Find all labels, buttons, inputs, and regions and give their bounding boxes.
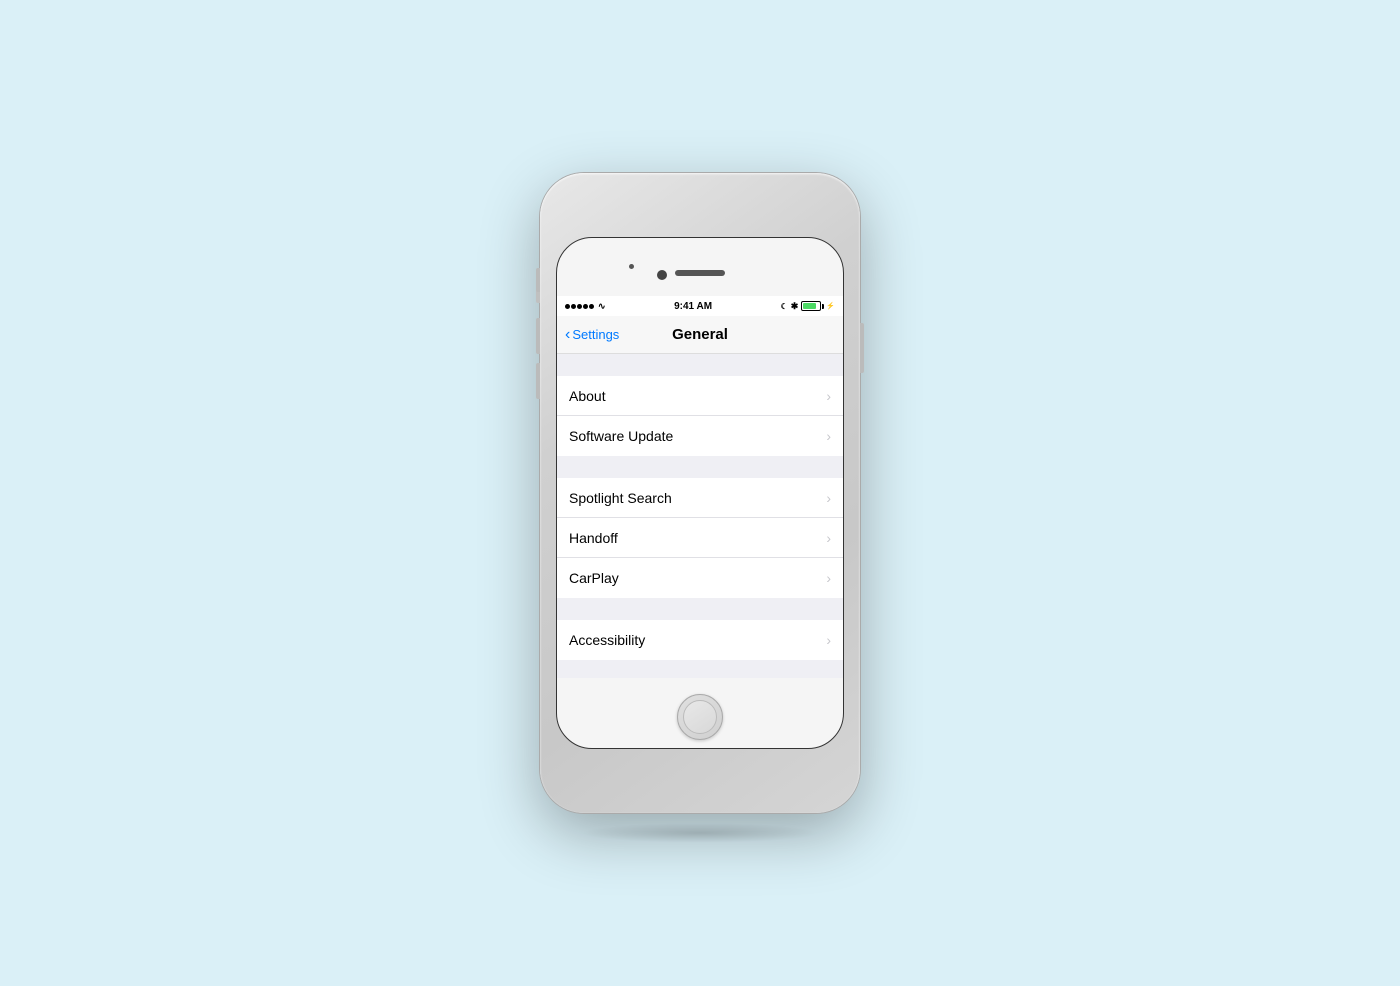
row-software-update-chevron-icon: › <box>826 428 831 444</box>
signal-dot-5 <box>589 304 594 309</box>
settings-list: About › Software Update › Spotlight Sear… <box>557 354 843 678</box>
screen: ∿ 9:41 AM ☾ ✱ ⚡ <box>557 296 843 678</box>
mute-switch[interactable] <box>536 268 540 292</box>
signal-dot-1 <box>565 304 570 309</box>
phone-screen-frame: ∿ 9:41 AM ☾ ✱ ⚡ <box>556 237 844 749</box>
volume-up-button[interactable] <box>536 318 540 354</box>
status-right: ☾ ✱ ⚡ <box>781 301 835 312</box>
row-spotlight-search[interactable]: Spotlight Search › <box>557 478 843 518</box>
bluetooth-icon: ✱ <box>791 301 799 312</box>
signal-dot-3 <box>577 304 582 309</box>
battery-indicator: ⚡ <box>801 301 835 311</box>
row-carplay[interactable]: CarPlay › <box>557 558 843 598</box>
signal-indicator <box>565 304 594 309</box>
charging-icon: ⚡ <box>826 302 835 310</box>
power-button[interactable] <box>860 323 864 373</box>
row-accessibility-label: Accessibility <box>569 632 826 648</box>
phone-shadow <box>580 823 820 843</box>
row-carplay-chevron-icon: › <box>826 570 831 586</box>
home-button[interactable] <box>677 694 723 740</box>
section-group-1: About › Software Update › <box>557 376 843 456</box>
row-accessibility[interactable]: Accessibility › <box>557 620 843 660</box>
battery-fill <box>803 303 816 309</box>
navigation-bar: ‹ Settings General <box>557 316 843 354</box>
section-spacer-2 <box>557 456 843 478</box>
phone-frame: ∿ 9:41 AM ☾ ✱ ⚡ <box>540 173 860 813</box>
section-spacer-4 <box>557 660 843 678</box>
back-chevron-icon: ‹ <box>565 327 570 343</box>
row-about-chevron-icon: › <box>826 388 831 404</box>
section-group-2: Spotlight Search › Handoff › CarPlay › <box>557 478 843 598</box>
row-handoff[interactable]: Handoff › <box>557 518 843 558</box>
battery-body <box>801 301 821 311</box>
row-about-label: About <box>569 388 826 404</box>
row-spotlight-chevron-icon: › <box>826 490 831 506</box>
row-carplay-label: CarPlay <box>569 570 826 586</box>
sensor-dot <box>629 264 634 269</box>
row-accessibility-chevron-icon: › <box>826 632 831 648</box>
back-button[interactable]: ‹ Settings <box>565 327 619 343</box>
home-button-inner <box>683 700 717 734</box>
status-time: 9:41 AM <box>674 301 712 312</box>
row-software-update-label: Software Update <box>569 428 826 444</box>
row-handoff-label: Handoff <box>569 530 826 546</box>
status-bar: ∿ 9:41 AM ☾ ✱ ⚡ <box>557 296 843 316</box>
section-group-3: Accessibility › <box>557 620 843 660</box>
signal-dot-4 <box>583 304 588 309</box>
status-left: ∿ <box>565 301 606 312</box>
row-spotlight-search-label: Spotlight Search <box>569 490 826 506</box>
volume-down-button[interactable] <box>536 363 540 399</box>
section-spacer-1 <box>557 354 843 376</box>
row-about[interactable]: About › <box>557 376 843 416</box>
earpiece-speaker <box>675 270 725 276</box>
row-handoff-chevron-icon: › <box>826 530 831 546</box>
section-spacer-3 <box>557 598 843 620</box>
signal-dot-2 <box>571 304 576 309</box>
row-software-update[interactable]: Software Update › <box>557 416 843 456</box>
battery-tip <box>822 304 824 309</box>
front-camera <box>657 270 667 280</box>
do-not-disturb-icon: ☾ <box>781 302 788 311</box>
wifi-icon: ∿ <box>598 301 606 312</box>
back-label: Settings <box>572 327 619 342</box>
nav-title: General <box>672 326 728 343</box>
